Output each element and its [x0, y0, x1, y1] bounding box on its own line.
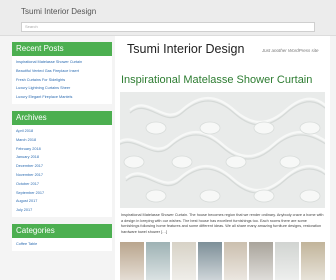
widget-title: Archives: [12, 110, 112, 125]
widget-title: Categories: [12, 223, 112, 238]
gallery-thumbnail[interactable]: [197, 242, 222, 280]
search-input[interactable]: Search: [21, 22, 315, 32]
site-title[interactable]: Tsumi Interior Design: [127, 42, 244, 56]
widget-title: Recent Posts: [12, 42, 112, 56]
archive-link[interactable]: March 2018: [16, 136, 112, 145]
gallery-thumbnail[interactable]: [145, 242, 170, 280]
categories-widget: Categories Coffee Table: [12, 223, 112, 251]
matelasse-pattern-image: [120, 92, 325, 208]
archives-list: April 2018 March 2018 February 2018 Janu…: [12, 125, 112, 217]
archives-widget: Archives April 2018 March 2018 February …: [12, 110, 112, 217]
archive-link[interactable]: April 2018: [16, 127, 112, 136]
gallery-thumbnail[interactable]: [171, 242, 196, 280]
post-title[interactable]: Inspirational Matelasse Shower Curtain: [121, 74, 312, 86]
recent-posts-list: Inspirational Matelasse Shower Curtain B…: [12, 56, 112, 104]
archive-link[interactable]: February 2018: [16, 145, 112, 154]
gallery-thumbnail[interactable]: [301, 242, 325, 280]
recent-post-link[interactable]: Beautiful Vented Gas Fireplace Insert: [16, 67, 112, 76]
recent-post-link[interactable]: Inspirational Matelasse Shower Curtain: [16, 58, 112, 67]
recent-posts-widget: Recent Posts Inspirational Matelasse Sho…: [12, 42, 112, 104]
site-tagline: Just another WordPress site: [262, 48, 319, 53]
categories-list: Coffee Table: [12, 238, 112, 251]
recent-post-link[interactable]: Luxury Elegant Fireplace Mantels: [16, 93, 112, 102]
post-excerpt: Inspirational Matelasse Shower Curtain. …: [121, 213, 324, 234]
archive-link[interactable]: December 2017: [16, 162, 112, 171]
recent-post-link[interactable]: Fresh Curtains For Sidelights: [16, 76, 112, 85]
archive-link[interactable]: August 2017: [16, 197, 112, 206]
site-name[interactable]: Tsumi Interior Design: [21, 7, 96, 16]
category-link[interactable]: Coffee Table: [16, 240, 112, 249]
archive-link[interactable]: January 2018: [16, 153, 112, 162]
gallery-thumbnails: [120, 242, 325, 280]
featured-image[interactable]: [120, 92, 325, 208]
archive-link[interactable]: November 2017: [16, 171, 112, 180]
archive-link[interactable]: September 2017: [16, 189, 112, 198]
gallery-thumbnail[interactable]: [120, 242, 144, 280]
main-content: Tsumi Interior Design Just another WordP…: [115, 36, 330, 280]
sidebar: Recent Posts Inspirational Matelasse Sho…: [12, 42, 112, 258]
gallery-thumbnail[interactable]: [223, 242, 248, 280]
top-bar: Tsumi Interior Design Search: [0, 0, 336, 36]
gallery-thumbnail[interactable]: [249, 242, 274, 280]
archive-link[interactable]: October 2017: [16, 180, 112, 189]
archive-link[interactable]: July 2017: [16, 206, 112, 215]
recent-post-link[interactable]: Luxury Lightning Curtains Sheer: [16, 84, 112, 93]
gallery-thumbnail[interactable]: [275, 242, 300, 280]
